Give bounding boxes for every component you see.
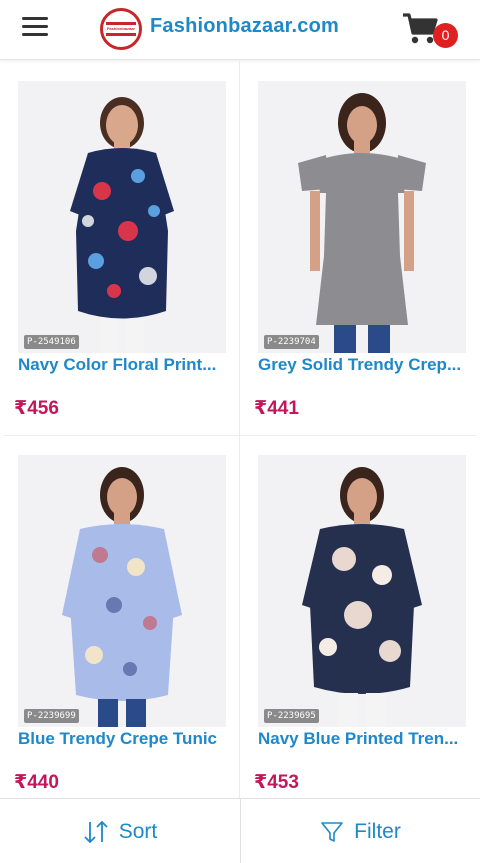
product-price: ₹441: [254, 398, 299, 419]
product-grid: P-2549106 Navy Color Floral Print... ₹45…: [0, 61, 480, 798]
brand-name[interactable]: Fashionbazaar.com: [150, 15, 339, 38]
sort-label: Sort: [118, 819, 158, 843]
product-image[interactable]: P-2549106: [18, 81, 226, 353]
model-figure: [258, 81, 466, 353]
cart-icon: [403, 13, 438, 44]
cart-count-badge: 0: [433, 23, 458, 48]
hamburger-menu-icon[interactable]: [22, 17, 48, 41]
sort-button[interactable]: Sort: [0, 799, 240, 863]
product-card[interactable]: P-2239704 Grey Solid Trendy Crep... ₹441: [244, 61, 478, 431]
product-card[interactable]: P-2239699 Blue Trendy Crepe Tunic ₹440: [4, 435, 238, 798]
product-name[interactable]: Navy Blue Printed Tren...: [258, 729, 472, 749]
model-figure: [18, 455, 226, 727]
grid-divider-vertical: [239, 61, 240, 798]
model-figure: [258, 455, 466, 727]
product-price: ₹453: [254, 772, 299, 793]
product-image[interactable]: P-2239699: [18, 455, 226, 727]
product-name[interactable]: Blue Trendy Crepe Tunic: [18, 729, 232, 749]
sort-icon: [84, 820, 108, 843]
filter-button[interactable]: Filter: [240, 799, 480, 863]
product-card[interactable]: P-2549106 Navy Color Floral Print... ₹45…: [4, 61, 238, 431]
product-sku: P-2239695: [264, 709, 319, 723]
brand-logo[interactable]: Fashionbazaar: [100, 8, 142, 50]
product-image[interactable]: P-2239695: [258, 455, 466, 727]
product-name[interactable]: Grey Solid Trendy Crep...: [258, 355, 472, 375]
product-price: ₹456: [14, 398, 59, 419]
logo-text: Fashionbazaar: [106, 22, 136, 36]
product-price: ₹440: [14, 772, 59, 793]
model-figure: [18, 81, 226, 353]
product-sku: P-2549106: [24, 335, 79, 349]
product-sku: P-2239704: [264, 335, 319, 349]
product-image[interactable]: P-2239704: [258, 81, 466, 353]
product-name[interactable]: Navy Color Floral Print...: [18, 355, 232, 375]
filter-icon: [321, 821, 343, 842]
cart-button[interactable]: 0: [402, 12, 460, 50]
bottom-action-bar: Sort Filter: [0, 798, 480, 863]
product-sku: P-2239699: [24, 709, 79, 723]
filter-label: Filter: [354, 819, 401, 843]
product-card[interactable]: P-2239695 Navy Blue Printed Tren... ₹453: [244, 435, 478, 798]
app-header: Fashionbazaar Fashionbazaar.com 0: [0, 0, 480, 60]
